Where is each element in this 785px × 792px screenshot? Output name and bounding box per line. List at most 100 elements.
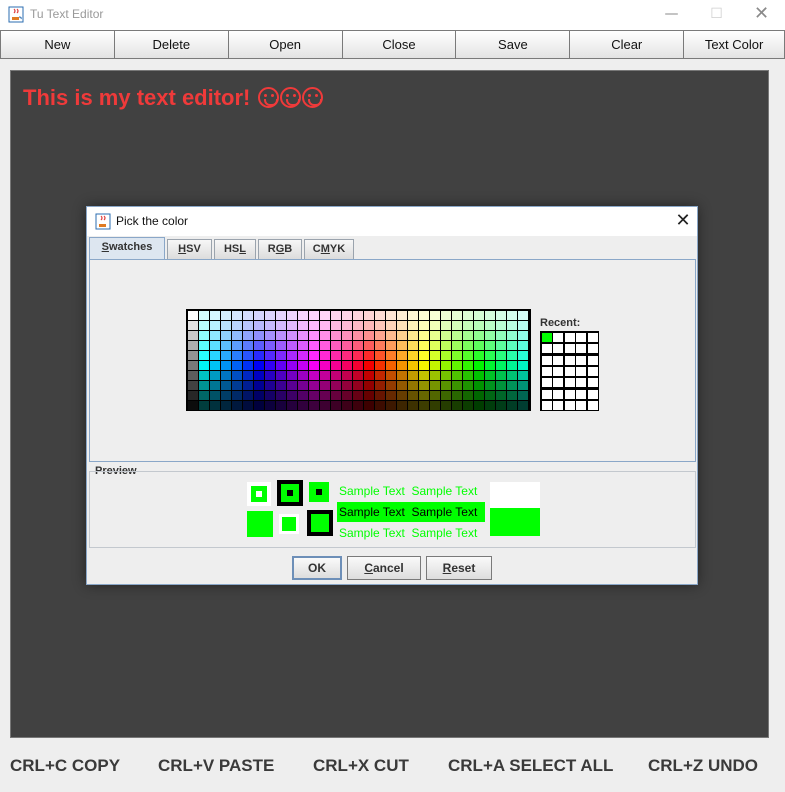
open-button[interactable]: Open — [227, 30, 342, 59]
cancel-button[interactable]: Cancel — [347, 556, 421, 580]
swatch-cell[interactable] — [375, 371, 385, 380]
swatch-cell[interactable] — [276, 401, 286, 410]
recent-swatch-cell[interactable] — [542, 333, 552, 342]
swatch-cell[interactable] — [496, 391, 506, 400]
swatch-cell[interactable] — [463, 381, 473, 390]
swatch-cell[interactable] — [342, 321, 352, 330]
recent-swatch-cell[interactable] — [564, 333, 575, 342]
swatch-cell[interactable] — [298, 351, 308, 360]
swatch-cell[interactable] — [408, 331, 418, 340]
swatch-cell[interactable] — [221, 341, 231, 350]
swatch-cell[interactable] — [309, 351, 319, 360]
swatch-cell[interactable] — [331, 311, 341, 320]
swatch-cell[interactable] — [496, 401, 506, 410]
swatch-cell[interactable] — [507, 341, 517, 350]
swatch-cell[interactable] — [375, 391, 385, 400]
swatch-cell[interactable] — [408, 371, 418, 380]
swatch-cell[interactable] — [397, 381, 407, 390]
swatch-cell[interactable] — [254, 311, 264, 320]
swatch-cell[interactable] — [507, 361, 517, 370]
swatch-cell[interactable] — [276, 321, 286, 330]
swatch-cell[interactable] — [309, 341, 319, 350]
swatch-cell[interactable] — [276, 331, 286, 340]
swatch-cell[interactable] — [353, 331, 363, 340]
swatch-cell[interactable] — [254, 351, 264, 360]
swatch-cell[interactable] — [397, 371, 407, 380]
swatch-cell[interactable] — [232, 371, 242, 380]
swatch-cell[interactable] — [342, 361, 352, 370]
swatch-cell[interactable] — [474, 341, 484, 350]
swatch-cell[interactable] — [419, 341, 429, 350]
swatch-cell[interactable] — [320, 341, 330, 350]
swatch-cell[interactable] — [463, 401, 473, 410]
swatch-cell[interactable] — [452, 321, 462, 330]
swatch-cell[interactable] — [353, 401, 363, 410]
recent-swatch-cell[interactable] — [576, 389, 587, 399]
maximize-button[interactable]: ☐ — [694, 0, 739, 30]
swatch-cell[interactable] — [485, 401, 495, 410]
swatch-cell[interactable] — [430, 371, 440, 380]
swatch-cell[interactable] — [232, 391, 242, 400]
swatch-cell[interactable] — [287, 341, 297, 350]
swatch-cell[interactable] — [430, 321, 440, 330]
swatch-cell[interactable] — [430, 331, 440, 340]
swatch-cell[interactable] — [276, 371, 286, 380]
swatch-cell[interactable] — [331, 381, 341, 390]
recent-swatch-cell[interactable] — [587, 378, 598, 388]
swatch-cell[interactable] — [430, 391, 440, 400]
swatch-cell[interactable] — [452, 361, 462, 370]
swatch-cell[interactable] — [298, 341, 308, 350]
swatch-cell[interactable] — [452, 391, 462, 400]
swatch-cell[interactable] — [386, 321, 396, 330]
swatch-cell[interactable] — [331, 321, 341, 330]
swatch-cell[interactable] — [419, 391, 429, 400]
swatch-cell[interactable] — [254, 361, 264, 370]
swatch-cell[interactable] — [287, 311, 297, 320]
swatch-cell[interactable] — [353, 321, 363, 330]
swatch-cell[interactable] — [397, 391, 407, 400]
swatch-cell[interactable] — [210, 351, 220, 360]
swatch-cell[interactable] — [474, 351, 484, 360]
swatch-cell[interactable] — [430, 381, 440, 390]
swatch-cell[interactable] — [353, 391, 363, 400]
swatch-cell[interactable] — [221, 311, 231, 320]
swatch-cell[interactable] — [397, 311, 407, 320]
swatch-cell[interactable] — [485, 341, 495, 350]
swatch-cell[interactable] — [232, 321, 242, 330]
swatch-cell[interactable] — [287, 361, 297, 370]
swatch-cell[interactable] — [441, 381, 451, 390]
ok-button[interactable]: OK — [292, 556, 342, 580]
recent-swatch-cell[interactable] — [564, 355, 575, 365]
swatch-cell[interactable] — [353, 311, 363, 320]
swatch-cell[interactable] — [452, 381, 462, 390]
swatch-cell[interactable] — [463, 341, 473, 350]
swatch-cell[interactable] — [199, 341, 209, 350]
swatch-cell[interactable] — [419, 331, 429, 340]
swatch-cell[interactable] — [232, 351, 242, 360]
swatch-cell[interactable] — [430, 311, 440, 320]
swatch-cell[interactable] — [331, 401, 341, 410]
swatch-cell[interactable] — [243, 321, 253, 330]
swatch-cell[interactable] — [386, 391, 396, 400]
swatch-cell[interactable] — [463, 321, 473, 330]
swatch-cell[interactable] — [287, 381, 297, 390]
swatch-cell[interactable] — [496, 381, 506, 390]
swatch-cell[interactable] — [309, 391, 319, 400]
swatch-cell[interactable] — [507, 371, 517, 380]
swatch-cell[interactable] — [463, 351, 473, 360]
tab-swatches[interactable]: Swatches — [89, 237, 165, 260]
swatch-cell[interactable] — [386, 401, 396, 410]
swatch-cell[interactable] — [441, 341, 451, 350]
swatch-cell[interactable] — [375, 351, 385, 360]
swatch-cell[interactable] — [265, 361, 275, 370]
swatch-cell[interactable] — [408, 401, 418, 410]
swatch-cell[interactable] — [419, 311, 429, 320]
swatch-cell[interactable] — [474, 391, 484, 400]
swatch-cell[interactable] — [518, 401, 528, 410]
swatch-cell[interactable] — [243, 381, 253, 390]
window-close-button[interactable]: ✕ — [739, 0, 784, 30]
swatch-cell[interactable] — [441, 371, 451, 380]
swatch-cell[interactable] — [243, 371, 253, 380]
swatch-cell[interactable] — [298, 331, 308, 340]
swatch-cell[interactable] — [485, 381, 495, 390]
